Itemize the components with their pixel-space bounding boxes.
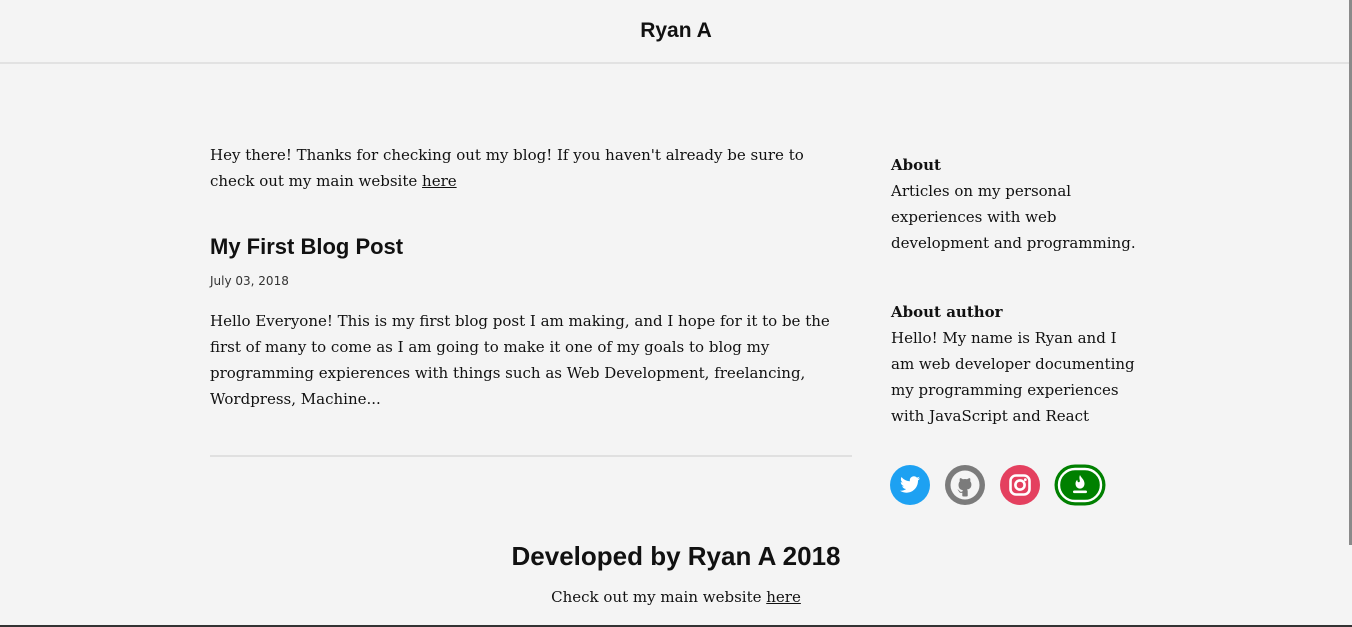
social-links bbox=[889, 464, 1106, 506]
github-icon[interactable] bbox=[944, 464, 986, 506]
site-title[interactable]: Ryan A bbox=[640, 19, 712, 43]
about-section: About Articles on my personal experience… bbox=[891, 152, 1141, 256]
main-website-link[interactable]: here bbox=[422, 172, 457, 190]
about-heading: About bbox=[891, 156, 941, 174]
twitter-icon[interactable] bbox=[889, 464, 931, 506]
intro-text: Hey there! Thanks for checking out my bl… bbox=[210, 142, 852, 194]
about-author-heading: About author bbox=[891, 303, 1003, 321]
post-date: July 03, 2018 bbox=[210, 274, 289, 288]
intro-message: Hey there! Thanks for checking out my bl… bbox=[210, 146, 804, 190]
site-header: Ryan A bbox=[0, 0, 1352, 64]
freecodecamp-icon[interactable] bbox=[1054, 464, 1106, 506]
blog-post: My First Blog Post July 03, 2018 Hello E… bbox=[210, 232, 852, 412]
footer-text: Check out my main website here bbox=[0, 586, 1352, 608]
footer-title: Developed by Ryan A 2018 bbox=[511, 541, 841, 571]
main-content: Hey there! Thanks for checking out my bl… bbox=[210, 142, 852, 457]
post-title[interactable]: My First Blog Post bbox=[210, 232, 852, 262]
post-excerpt: Hello Everyone! This is my first blog po… bbox=[210, 312, 830, 408]
footer-message: Check out my main website bbox=[551, 588, 767, 606]
about-author-section: About author Hello! My name is Ryan and … bbox=[891, 299, 1141, 429]
instagram-icon[interactable] bbox=[999, 464, 1041, 506]
footer-main-website-link[interactable]: here bbox=[766, 588, 801, 606]
post-divider bbox=[210, 455, 852, 457]
about-text: Articles on my personal experiences with… bbox=[891, 182, 1136, 252]
site-footer: Developed by Ryan A 2018 Check out my ma… bbox=[0, 536, 1352, 608]
about-author-text: Hello! My name is Ryan and I am web deve… bbox=[891, 329, 1135, 425]
sidebar: About Articles on my personal experience… bbox=[891, 152, 1141, 429]
